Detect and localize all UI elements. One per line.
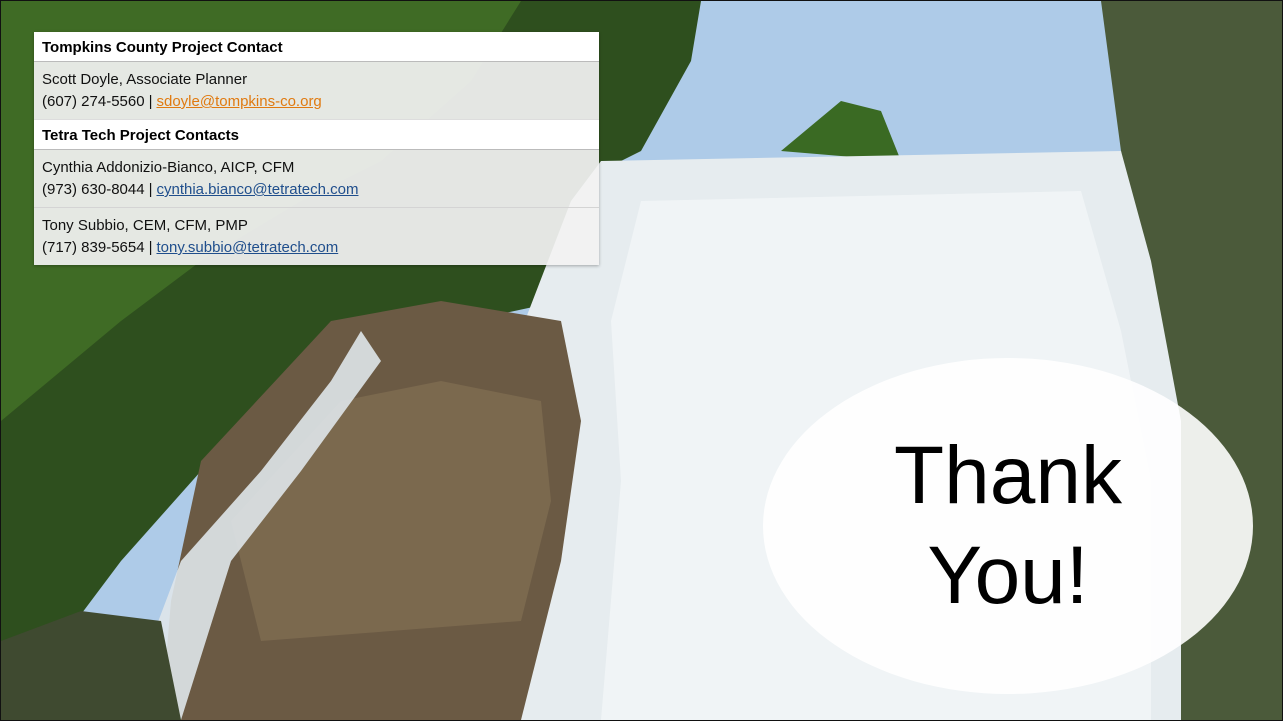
county-contact-header: Tompkins County Project Contact bbox=[34, 32, 599, 61]
tetra-contacts-header: Tetra Tech Project Contacts bbox=[34, 119, 599, 149]
contact-name: Scott Doyle, Associate Planner bbox=[42, 71, 248, 88]
thank-you-line-2: You! bbox=[927, 530, 1089, 621]
contact-details: (607) 274-5560 | sdoyle@tompkins-co.org bbox=[42, 91, 591, 113]
contact-phone: (973) 630-8044 bbox=[42, 181, 145, 198]
contact-email-link[interactable]: cynthia.bianco@tetratech.com bbox=[156, 181, 358, 198]
contact-details: (717) 839-5654 | tony.subbio@tetratech.com bbox=[42, 237, 591, 259]
tetra-contact: Tony Subbio, CEM, CFM, PMP (717) 839-565… bbox=[34, 207, 599, 265]
contacts-panel: Tompkins County Project Contact Scott Do… bbox=[34, 32, 599, 265]
contact-phone: (717) 839-5654 bbox=[42, 239, 145, 256]
county-contact: Scott Doyle, Associate Planner (607) 274… bbox=[34, 61, 599, 119]
contact-email-link[interactable]: tony.subbio@tetratech.com bbox=[156, 239, 338, 256]
contact-details: (973) 630-8044 | cynthia.bianco@tetratech.… bbox=[42, 179, 591, 201]
slide: Tompkins County Project Contact Scott Do… bbox=[0, 0, 1283, 721]
separator: | bbox=[148, 181, 153, 198]
contact-name: Tony Subbio, CEM, CFM, PMP bbox=[42, 217, 248, 234]
thank-you-bubble: Thank You! bbox=[763, 358, 1253, 694]
separator: | bbox=[148, 93, 153, 110]
contact-name: Cynthia Addonizio-Bianco, AICP, CFM bbox=[42, 159, 295, 176]
tetra-contact: Cynthia Addonizio-Bianco, AICP, CFM (973… bbox=[34, 149, 599, 207]
contact-email-link[interactable]: sdoyle@tompkins-co.org bbox=[156, 93, 321, 110]
thank-you-line-1: Thank bbox=[894, 430, 1122, 521]
contact-phone: (607) 274-5560 bbox=[42, 93, 145, 110]
separator: | bbox=[148, 239, 153, 256]
